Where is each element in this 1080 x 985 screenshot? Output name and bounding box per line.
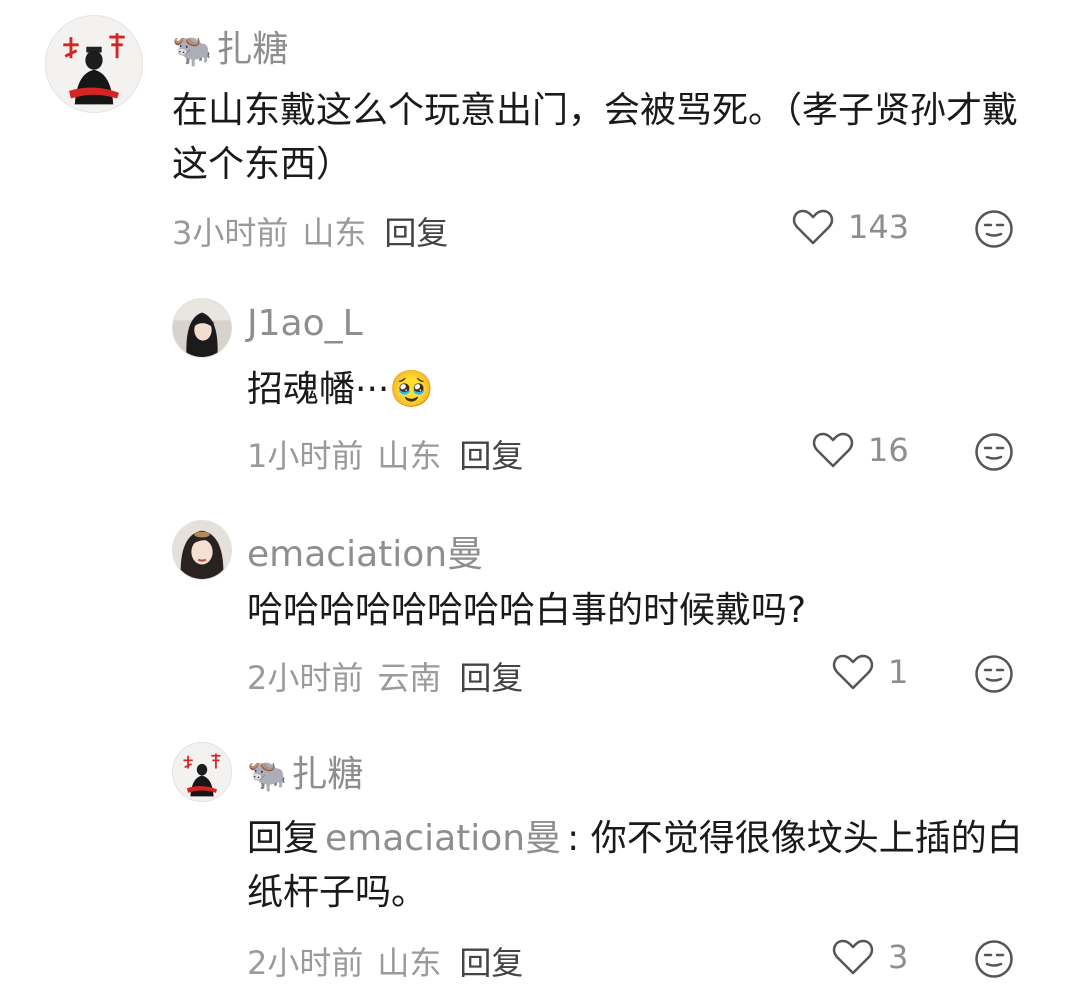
like-count: 143 xyxy=(848,208,910,246)
avatar-image xyxy=(173,299,231,357)
heart-outline-icon xyxy=(792,209,834,245)
neutral-face-icon xyxy=(975,940,1013,978)
timestamp: 2小时前 xyxy=(247,944,364,982)
avatar[interactable] xyxy=(172,742,232,802)
comment-text: 在山东戴这么个玩意出门，会被骂死。（孝子贤孙才戴这个东西） xyxy=(172,90,1019,185)
dislike-button[interactable] xyxy=(974,432,1014,476)
user-emoji: 🐃 xyxy=(172,31,213,69)
dislike-button[interactable] xyxy=(974,939,1014,983)
username[interactable]: emaciation曼 xyxy=(247,525,483,577)
username[interactable]: 🐃 扎糖 xyxy=(172,20,288,72)
reply-button[interactable]: 回复 xyxy=(459,944,523,982)
heart-outline-icon xyxy=(832,654,874,690)
like-count: 3 xyxy=(888,938,909,976)
dislike-button[interactable] xyxy=(974,209,1014,253)
avatar-image xyxy=(173,743,231,801)
comment-meta: 1小时前 山东 回复 xyxy=(247,431,537,477)
like-count: 16 xyxy=(868,431,909,469)
timestamp: 1小时前 xyxy=(247,437,364,475)
comment-text: 哈哈哈哈哈哈哈哈白事的时候戴吗? xyxy=(247,590,807,631)
avatar-image xyxy=(46,16,142,112)
location: 山东 xyxy=(377,944,442,982)
location: 山东 xyxy=(377,437,442,475)
neutral-face-icon xyxy=(975,655,1013,693)
like-count: 1 xyxy=(888,653,909,691)
comment-text: 招魂幡···🥹 xyxy=(247,369,435,410)
comment-text: 回复 emaciation曼: 你不觉得很像坟头上插的白纸杆子吗。 xyxy=(247,812,1027,920)
avatar[interactable] xyxy=(172,298,232,358)
username[interactable]: 🐃 扎糖 xyxy=(247,745,363,797)
reply-prefix: 回复 xyxy=(247,818,320,859)
comment-meta: 3小时前 山东 回复 xyxy=(172,208,462,254)
user-emoji: 🐃 xyxy=(247,756,288,794)
like-button[interactable]: 1 xyxy=(832,653,908,691)
avatar-image xyxy=(173,521,231,579)
neutral-face-icon xyxy=(975,210,1013,248)
reply-button[interactable]: 回复 xyxy=(384,214,448,252)
avatar[interactable] xyxy=(172,520,232,580)
like-button[interactable]: 16 xyxy=(812,431,909,469)
comment-meta: 2小时前 云南 回复 xyxy=(247,653,537,699)
location: 山东 xyxy=(302,214,367,252)
timestamp: 3小时前 xyxy=(172,214,289,252)
location: 云南 xyxy=(377,659,442,697)
reply-button[interactable]: 回复 xyxy=(459,437,523,475)
heart-outline-icon xyxy=(832,939,874,975)
reply-to-mention[interactable]: emaciation曼 xyxy=(325,818,561,859)
username[interactable]: J1ao_L xyxy=(247,303,363,344)
reply-button[interactable]: 回复 xyxy=(459,659,523,697)
reply-colon: : xyxy=(567,818,580,859)
neutral-face-icon xyxy=(975,433,1013,471)
comment-meta: 2小时前 山东 回复 xyxy=(247,938,537,984)
like-button[interactable]: 3 xyxy=(832,938,908,976)
avatar[interactable] xyxy=(45,15,143,113)
heart-outline-icon xyxy=(812,432,854,468)
timestamp: 2小时前 xyxy=(247,659,364,697)
like-button[interactable]: 143 xyxy=(792,208,909,246)
dislike-button[interactable] xyxy=(974,654,1014,698)
